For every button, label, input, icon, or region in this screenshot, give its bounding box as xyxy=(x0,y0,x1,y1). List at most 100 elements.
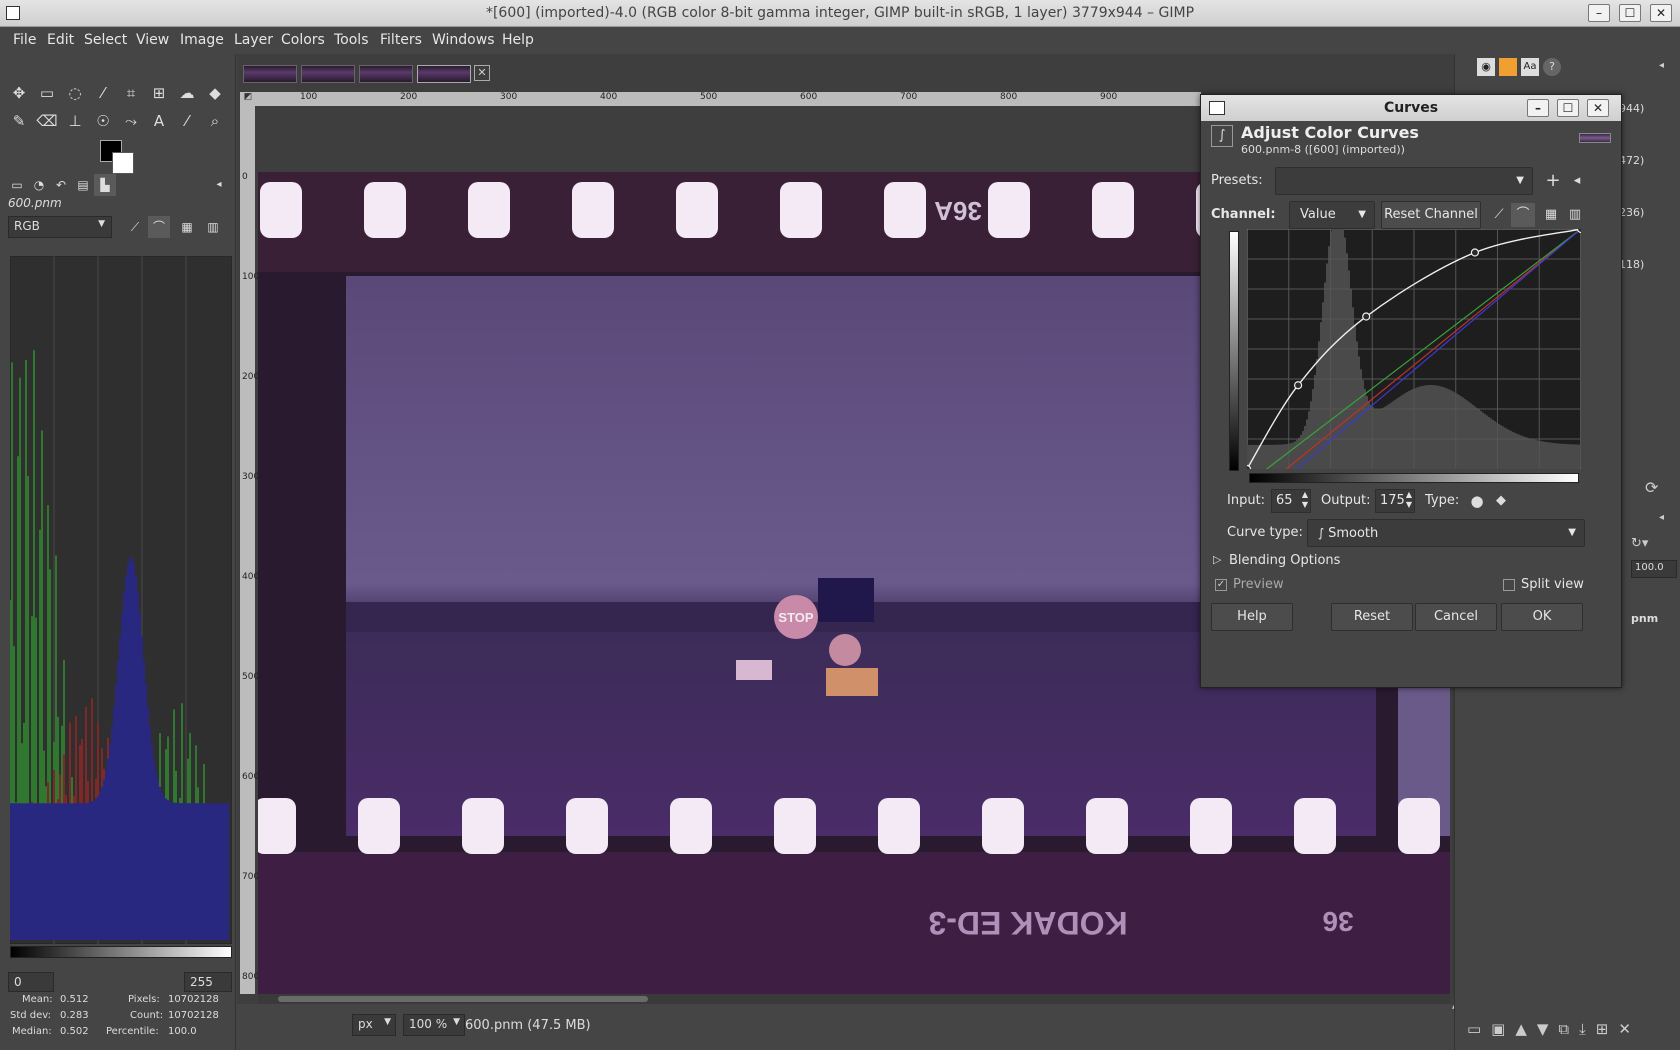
paintbrush-icon[interactable]: ✎ xyxy=(8,110,30,132)
image-tab[interactable] xyxy=(243,65,297,83)
lasso-icon[interactable]: ◌ xyxy=(64,82,86,104)
curve-control-point[interactable] xyxy=(1470,248,1480,257)
fuzzy-select-icon[interactable]: ⁄ xyxy=(92,82,114,104)
menu-image[interactable]: Image xyxy=(180,32,224,48)
transform-icon[interactable]: ⊞ xyxy=(148,82,170,104)
menu-windows[interactable]: Windows xyxy=(432,32,495,48)
tool-options-tab-icon[interactable]: ▭ xyxy=(6,174,28,196)
presets-select[interactable]: ▼ xyxy=(1275,167,1533,195)
histogram-graph[interactable] xyxy=(10,256,232,944)
close-tab-icon[interactable]: ✕ xyxy=(474,65,490,81)
smudge-icon[interactable]: ☉ xyxy=(92,110,114,132)
smooth-point-icon[interactable]: ● xyxy=(1465,489,1489,513)
help-tab-icon[interactable]: ? xyxy=(1543,58,1561,76)
dialog-minimize-button[interactable]: – xyxy=(1527,99,1549,117)
eraser-icon[interactable]: ⌫ xyxy=(36,110,58,132)
sprocket-hole xyxy=(572,182,614,238)
image-tab[interactable] xyxy=(359,65,413,83)
pattern-tab-icon[interactable] xyxy=(1499,58,1517,76)
clone-icon[interactable]: ⊥ xyxy=(64,110,86,132)
text-tool-icon[interactable]: A xyxy=(148,110,170,132)
menu-tools[interactable]: Tools xyxy=(334,32,369,48)
histogram-view-icon[interactable]: ▦ xyxy=(1539,203,1563,227)
color-picker-icon[interactable]: ⁄ xyxy=(176,110,198,132)
spinner-arrows-icon[interactable]: ▲ ▼ xyxy=(1406,490,1412,510)
ok-button[interactable]: OK xyxy=(1501,603,1583,631)
blending-options-expander[interactable]: Blending Options xyxy=(1229,553,1340,568)
reset-channel-button[interactable]: Reset Channel xyxy=(1381,201,1481,229)
menu-select[interactable]: Select xyxy=(84,32,127,48)
warp-icon[interactable]: ☁ xyxy=(176,82,198,104)
menu-filters[interactable]: Filters xyxy=(380,32,422,48)
dialog-close-button[interactable]: ✕ xyxy=(1587,99,1609,117)
spinner-arrows-icon[interactable]: ▲ ▼ xyxy=(1302,490,1308,510)
split-view-checkbox[interactable] xyxy=(1503,579,1515,591)
maximize-button[interactable]: ☐ xyxy=(1619,4,1641,22)
paths-icon[interactable]: ⤳ xyxy=(120,110,142,132)
zoom-icon[interactable]: ⌕ xyxy=(204,110,226,132)
histogram-channel-select[interactable]: RGB ▼ xyxy=(8,216,112,238)
move-tool-icon[interactable]: ✥ xyxy=(8,82,30,104)
log-histogram-icon[interactable]: ⌒ xyxy=(148,216,170,238)
close-button[interactable]: ✕ xyxy=(1650,4,1672,22)
horizontal-ruler[interactable]: 100 200 300 400 500 600 700 800 900 xyxy=(256,92,1201,106)
background-color[interactable] xyxy=(112,152,134,174)
help-button[interactable]: Help xyxy=(1211,603,1293,631)
histogram-bars-icon[interactable]: ▥ xyxy=(202,216,224,238)
image-tab-active[interactable] xyxy=(417,65,471,83)
brush-tab-icon[interactable]: ◉ xyxy=(1477,58,1495,76)
corner-point-icon[interactable]: ◆ xyxy=(1489,489,1513,513)
curve-type-select[interactable]: ∫ Smooth ▼ xyxy=(1307,519,1585,547)
input-spinner[interactable]: 65 ▲ ▼ xyxy=(1271,489,1311,513)
range-low-input[interactable]: 0 xyxy=(8,972,54,992)
undo-history-tab-icon[interactable]: ↶ xyxy=(50,174,72,196)
vertical-ruler[interactable]: 0 100 200 300 400 500 600 700 800 xyxy=(240,106,259,994)
log-histogram-icon[interactable]: ⌒ xyxy=(1511,203,1535,227)
zoom-select[interactable]: 100 % ▼ xyxy=(403,1014,465,1036)
crop-icon[interactable]: ⌗ xyxy=(120,82,142,104)
expander-arrow-icon[interactable]: ▷ xyxy=(1213,553,1221,566)
range-high-input[interactable]: 255 xyxy=(184,972,232,992)
preset-menu-icon[interactable]: ◂ xyxy=(1565,169,1589,193)
scrollbar-thumb[interactable] xyxy=(278,996,648,1002)
linear-histogram-icon[interactable]: ⟋ xyxy=(124,216,146,238)
add-preset-icon[interactable]: + xyxy=(1541,169,1565,193)
curve-control-point[interactable] xyxy=(1362,312,1371,321)
tab-menu-icon[interactable]: ◂ xyxy=(208,174,230,196)
histogram-bars-icon[interactable]: ▥ xyxy=(1563,203,1587,227)
font-tab-icon[interactable]: Aa xyxy=(1521,58,1539,76)
rotate-icon[interactable]: ↻▾ xyxy=(1631,536,1648,551)
unit-select[interactable]: px ▼ xyxy=(352,1014,396,1036)
refresh-icon[interactable]: ⟳ xyxy=(1645,478,1658,497)
layers-action-icons[interactable]: ▭▣▲▼⧉⤓⊞✕ xyxy=(1467,1020,1641,1038)
images-tab-icon[interactable]: ▤ xyxy=(72,174,94,196)
menu-colors[interactable]: Colors xyxy=(281,32,325,48)
histogram-view-icon[interactable]: ▦ xyxy=(176,216,198,238)
menu-file[interactable]: File xyxy=(13,32,36,48)
histogram-tab-icon[interactable]: ▙ xyxy=(94,174,116,196)
preview-checkbox[interactable]: ✓ xyxy=(1215,579,1227,591)
device-status-tab-icon[interactable]: ◔ xyxy=(28,174,50,196)
menu-view[interactable]: View xyxy=(136,32,169,48)
dialog-maximize-button[interactable]: ☐ xyxy=(1557,99,1579,117)
menu-help[interactable]: Help xyxy=(502,32,534,48)
image-tab[interactable] xyxy=(301,65,355,83)
ruler-tick: 0 xyxy=(242,172,248,182)
bucket-fill-icon[interactable]: ◆ xyxy=(204,82,226,104)
reset-button[interactable]: Reset xyxy=(1331,603,1413,631)
opacity-field[interactable]: 100.0 xyxy=(1631,560,1677,578)
minimize-button[interactable]: – xyxy=(1588,4,1610,22)
quickmask-toggle-icon[interactable]: ◩ xyxy=(240,92,256,106)
output-spinner[interactable]: 175 ▲ ▼ xyxy=(1375,489,1415,513)
cancel-button[interactable]: Cancel xyxy=(1415,603,1497,631)
horizontal-scrollbar[interactable] xyxy=(258,994,1450,1004)
dock-menu-icon[interactable]: ◂ xyxy=(1659,512,1664,523)
dock-menu-icon[interactable]: ◂ xyxy=(1659,60,1664,71)
rect-select-icon[interactable]: ▭ xyxy=(36,82,58,104)
menu-edit[interactable]: Edit xyxy=(47,32,74,48)
menu-layer[interactable]: Layer xyxy=(234,32,273,48)
channel-select[interactable]: Value ▼ xyxy=(1289,201,1375,229)
curve-graph[interactable] xyxy=(1247,229,1581,469)
curve-control-point[interactable] xyxy=(1293,381,1303,390)
linear-histogram-icon[interactable]: ⟋ xyxy=(1487,203,1511,227)
